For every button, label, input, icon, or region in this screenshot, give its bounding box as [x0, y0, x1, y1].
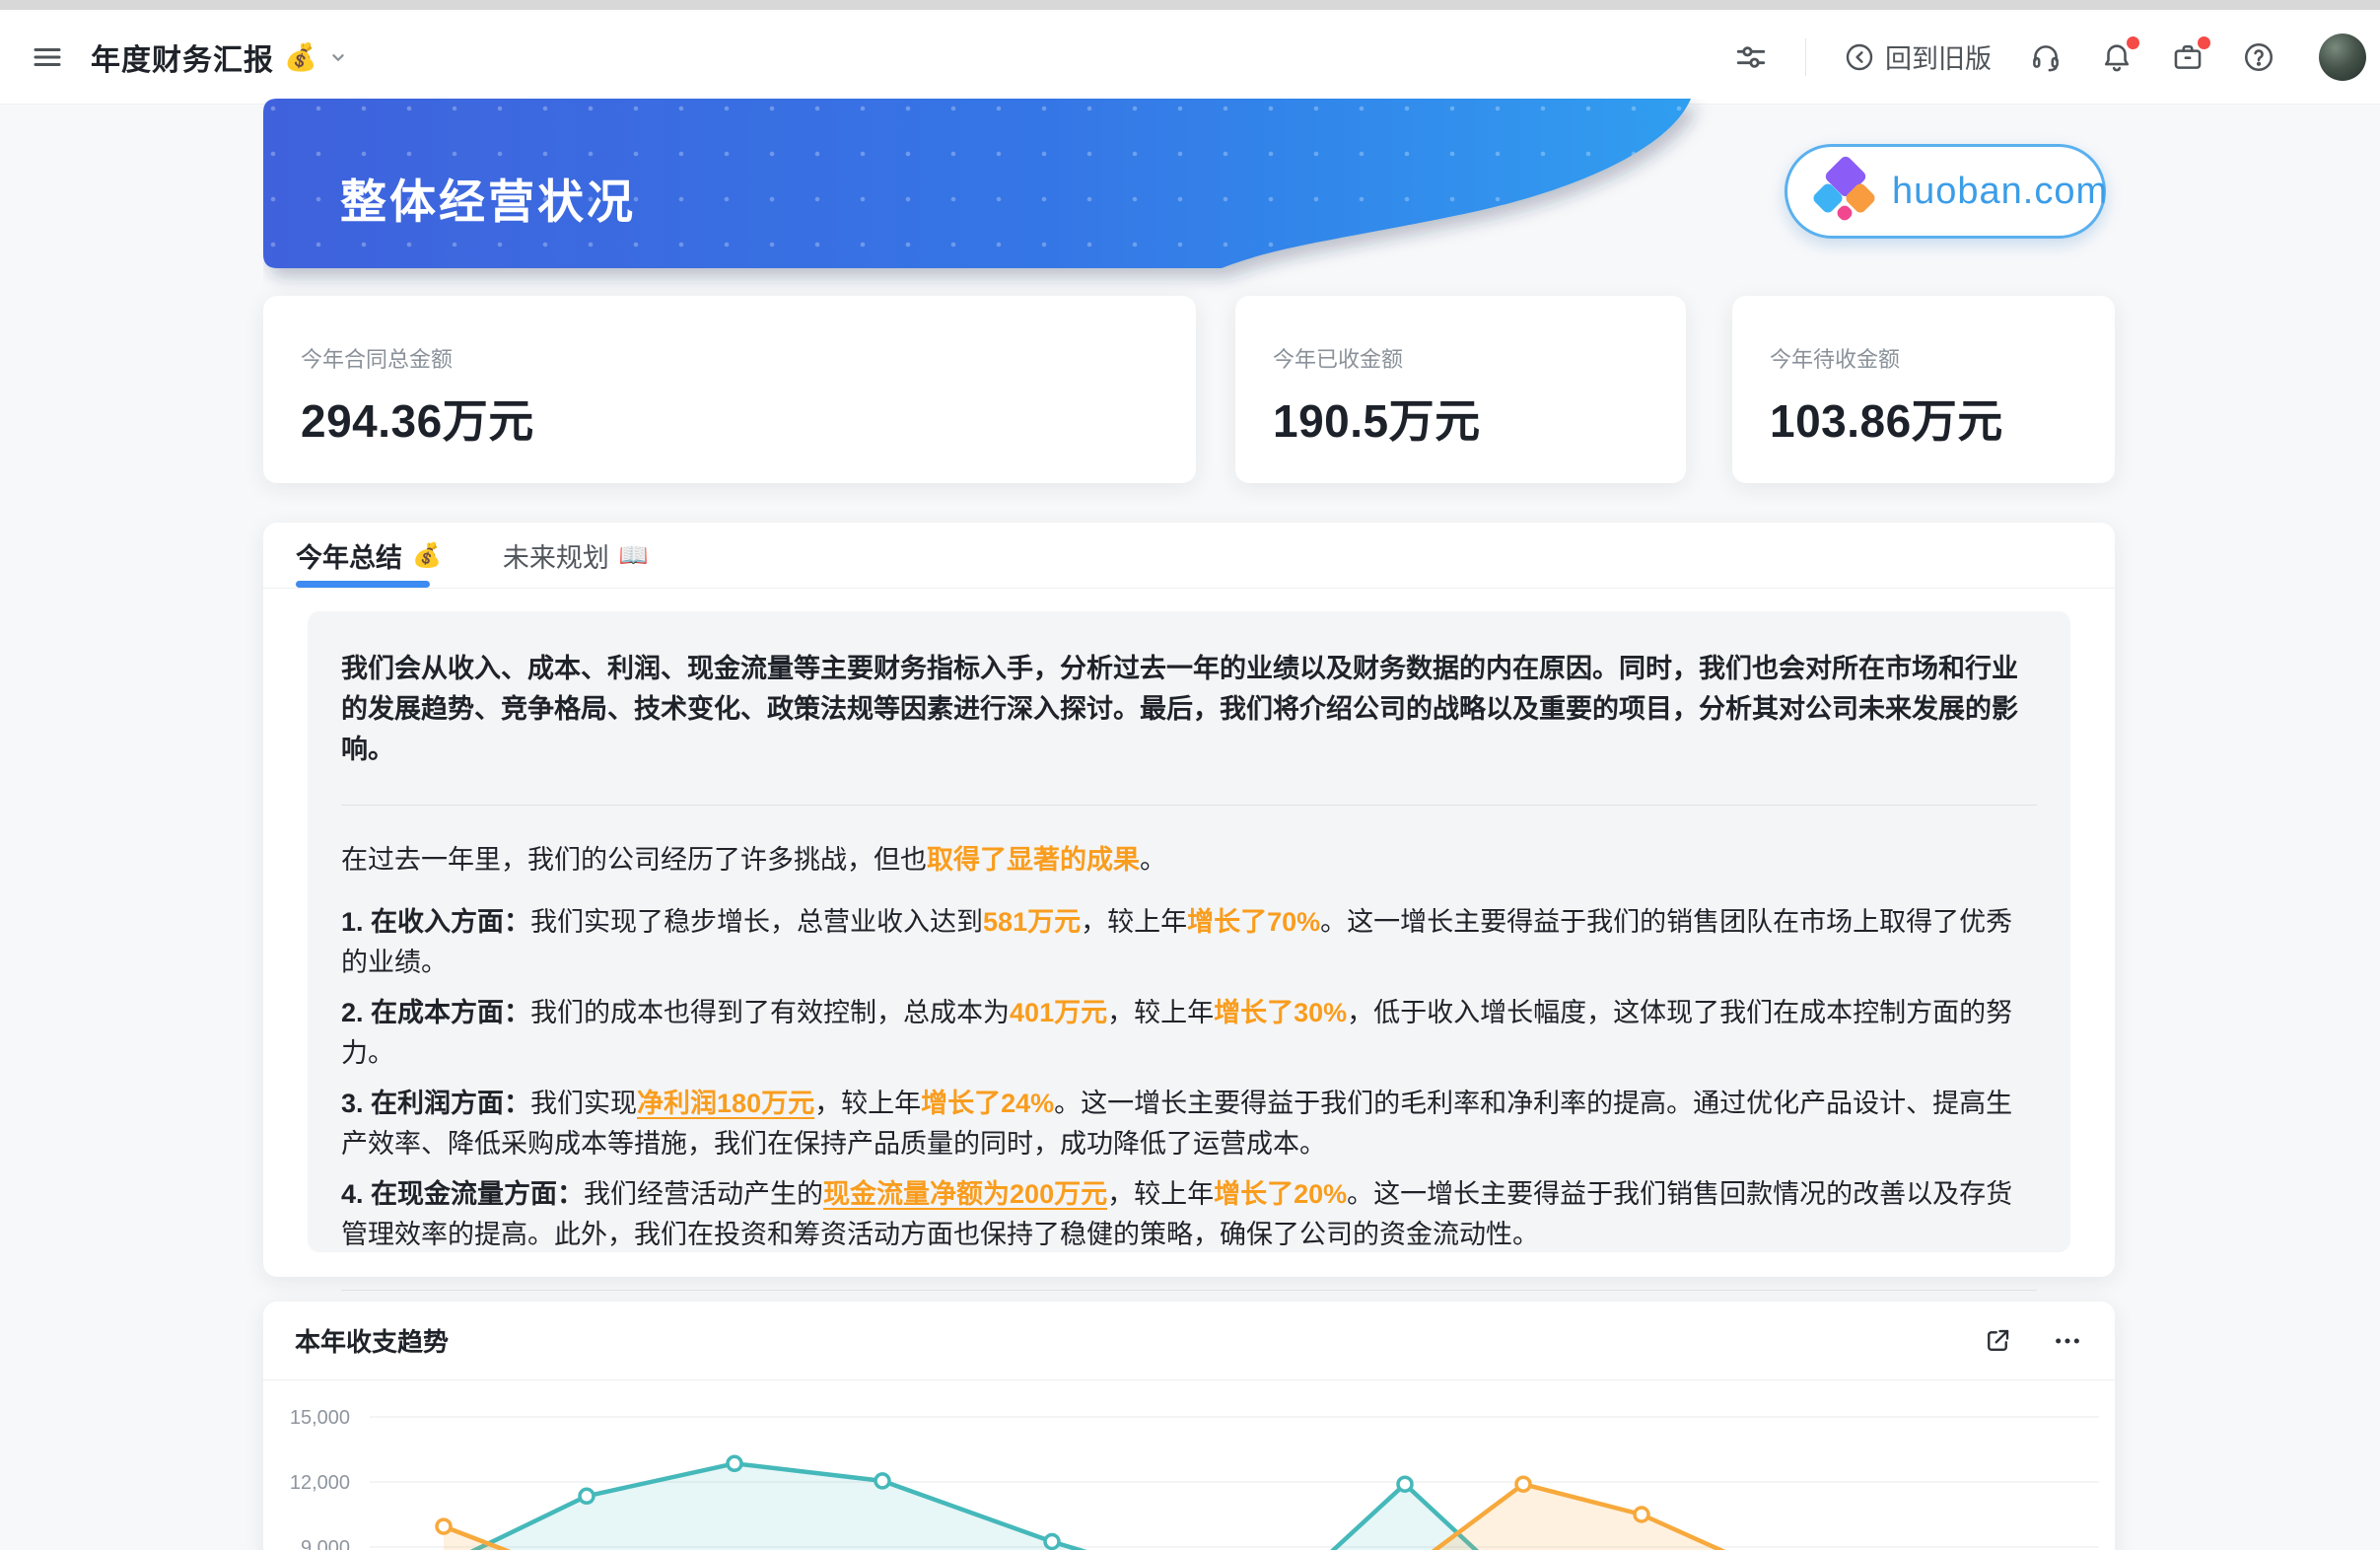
series-teal-marker[interactable]	[1398, 1477, 1412, 1491]
user-avatar[interactable]	[2319, 34, 2366, 81]
trend-chart-card: 本年收支趋势 15,000 12,000 9,000	[263, 1302, 2115, 1550]
highlighted-metric: 401万元	[1010, 998, 1107, 1027]
summary-text-box: 我们会从收入、成本、利润、现金流量等主要财务指标入手，分析过去一年的业绩以及财务…	[308, 611, 2070, 1252]
highlighted-metric: 增长了24%	[921, 1089, 1054, 1118]
series-teal-marker[interactable]	[1045, 1535, 1059, 1549]
stat-card-pending: 今年待收金额 103.86万元	[1732, 296, 2115, 483]
more-options-icon[interactable]	[2052, 1325, 2083, 1357]
workspace-briefcase-icon[interactable]	[2171, 40, 2205, 74]
annual-finance-report-page: { "toolbar": { "title": "年度财务汇报", "title…	[0, 0, 2380, 1550]
active-tab-underline	[296, 581, 430, 588]
body-text: 我们的成本也得到了有效控制，总成本为	[530, 998, 1010, 1027]
page-title: 年度财务汇报	[91, 35, 274, 79]
summary-list-item: 1. 在收入方面：我们实现了稳步增长，总营业收入达到581万元，较上年增长了70…	[341, 902, 2037, 983]
body-text: 。	[1140, 845, 1166, 875]
huoban-logo-badge[interactable]: huoban.com	[1785, 144, 2106, 239]
summary-list-item: 2. 在成本方面：我们的成本也得到了有效控制，总成本为401万元，较上年增长了3…	[341, 993, 2037, 1074]
money-bag-emoji: 💰	[412, 541, 442, 570]
banner-title: 整体经营状况	[340, 164, 636, 232]
stat-label: 今年已收金额	[1273, 342, 1686, 374]
highlighted-metric: 取得了显著的成果	[927, 845, 1140, 875]
summary-list-item: 3. 在利润方面：我们实现净利润180万元，较上年增长了24%。这一增长主要得益…	[341, 1084, 2037, 1164]
summary-tabs: 今年总结 💰 未来规划 📖	[263, 523, 2115, 589]
body-text: ，较上年	[1081, 907, 1187, 937]
summary-list: 1. 在收入方面：我们实现了稳步增长，总营业收入达到581万元，较上年增长了70…	[341, 902, 2037, 1255]
highlighted-metric: 增长了20%	[1214, 1179, 1347, 1209]
page-banner: 整体经营状况 huoban.com	[263, 99, 2115, 311]
summary-lead-sentence: 在过去一年里，我们的公司经历了许多挑战，但也取得了显著的成果。	[341, 840, 2037, 881]
tab-label: 今年总结	[296, 536, 402, 575]
hamburger-menu-icon[interactable]	[30, 39, 65, 75]
series-teal-marker[interactable]	[728, 1456, 741, 1470]
highlighted-metric[interactable]: 净利润180万元	[637, 1089, 814, 1118]
list-item-title: 2. 在成本方面：	[341, 998, 530, 1027]
highlighted-metric: 581万元	[983, 907, 1081, 937]
chart-title: 本年收支趋势	[295, 1322, 449, 1359]
series-orange-marker[interactable]	[1516, 1477, 1530, 1491]
summary-divider	[341, 805, 2037, 806]
summary-divider	[341, 1290, 2037, 1291]
series-teal-marker[interactable]	[875, 1474, 889, 1488]
stat-card-received: 今年已收金额 190.5万元	[1235, 296, 1686, 483]
open-book-emoji: 📖	[619, 541, 649, 570]
stat-card-contract-total: 今年合同总金额 294.36万元	[263, 296, 1196, 483]
trend-chart-plot[interactable]: 15,000 12,000 9,000	[263, 1380, 2115, 1550]
list-item-title: 4. 在现金流量方面：	[341, 1179, 584, 1209]
main-content: 整体经营状况 huoban.com 今年合同总金额 294.36万元 今年已收金…	[263, 0, 2115, 1550]
tab-label: 未来规划	[503, 536, 609, 575]
summary-intro-paragraph: 我们会从收入、成本、利润、现金流量等主要财务指标入手，分析过去一年的业绩以及财务…	[341, 649, 2037, 770]
huoban-logo-text: huoban.com	[1892, 171, 2108, 213]
body-text: 我们实现	[530, 1089, 637, 1118]
summary-card: 今年总结 💰 未来规划 📖 我们会从收入、成本、利润、现金流量等主要财务指标入手…	[263, 523, 2115, 1277]
series-orange-marker[interactable]	[437, 1519, 451, 1533]
body-text: 我们经营活动产生的	[584, 1179, 823, 1209]
stat-value: 190.5万元	[1273, 386, 1686, 451]
stat-value: 294.36万元	[301, 386, 1196, 451]
body-text: 在过去一年里，我们的公司经历了许多挑战，但也	[341, 845, 927, 875]
stat-label: 今年待收金额	[1770, 342, 2115, 374]
stat-value: 103.86万元	[1770, 386, 2115, 451]
highlighted-metric[interactable]: 现金流量净额为200万元	[823, 1179, 1107, 1209]
body-text: ，较上年	[1107, 998, 1214, 1027]
series-teal-marker[interactable]	[580, 1489, 594, 1503]
body-text: 我们实现了稳步增长，总营业收入达到	[530, 907, 983, 937]
series-orange-marker[interactable]	[1635, 1508, 1648, 1521]
tab-this-year-summary[interactable]: 今年总结 💰	[296, 523, 442, 588]
body-text: ，较上年	[814, 1089, 921, 1118]
tab-future-plan[interactable]: 未来规划 📖	[503, 523, 649, 588]
trend-line-chart: 15,000 12,000 9,000	[263, 1380, 2115, 1550]
open-in-new-icon[interactable]	[1983, 1326, 2012, 1356]
body-text: ，较上年	[1107, 1179, 1214, 1209]
briefcase-badge-dot	[2198, 36, 2210, 49]
help-icon[interactable]	[2242, 40, 2275, 74]
stat-label: 今年合同总金额	[301, 342, 1196, 374]
summary-list-item: 4. 在现金流量方面：我们经营活动产生的现金流量净额为200万元，较上年增长了2…	[341, 1174, 2037, 1255]
highlighted-metric: 增长了70%	[1187, 907, 1320, 937]
y-axis-tick-label: 9,000	[301, 1537, 350, 1550]
highlighted-metric: 增长了30%	[1214, 998, 1347, 1027]
notification-badge-dot	[2127, 36, 2139, 49]
chart-header: 本年收支趋势	[263, 1302, 2115, 1380]
huoban-logo-icon	[1813, 160, 1876, 223]
list-item-title: 3. 在利润方面：	[341, 1089, 530, 1118]
y-axis-tick-label: 15,000	[290, 1407, 350, 1429]
list-item-title: 1. 在收入方面：	[341, 907, 530, 937]
y-axis-tick-label: 12,000	[290, 1472, 350, 1494]
